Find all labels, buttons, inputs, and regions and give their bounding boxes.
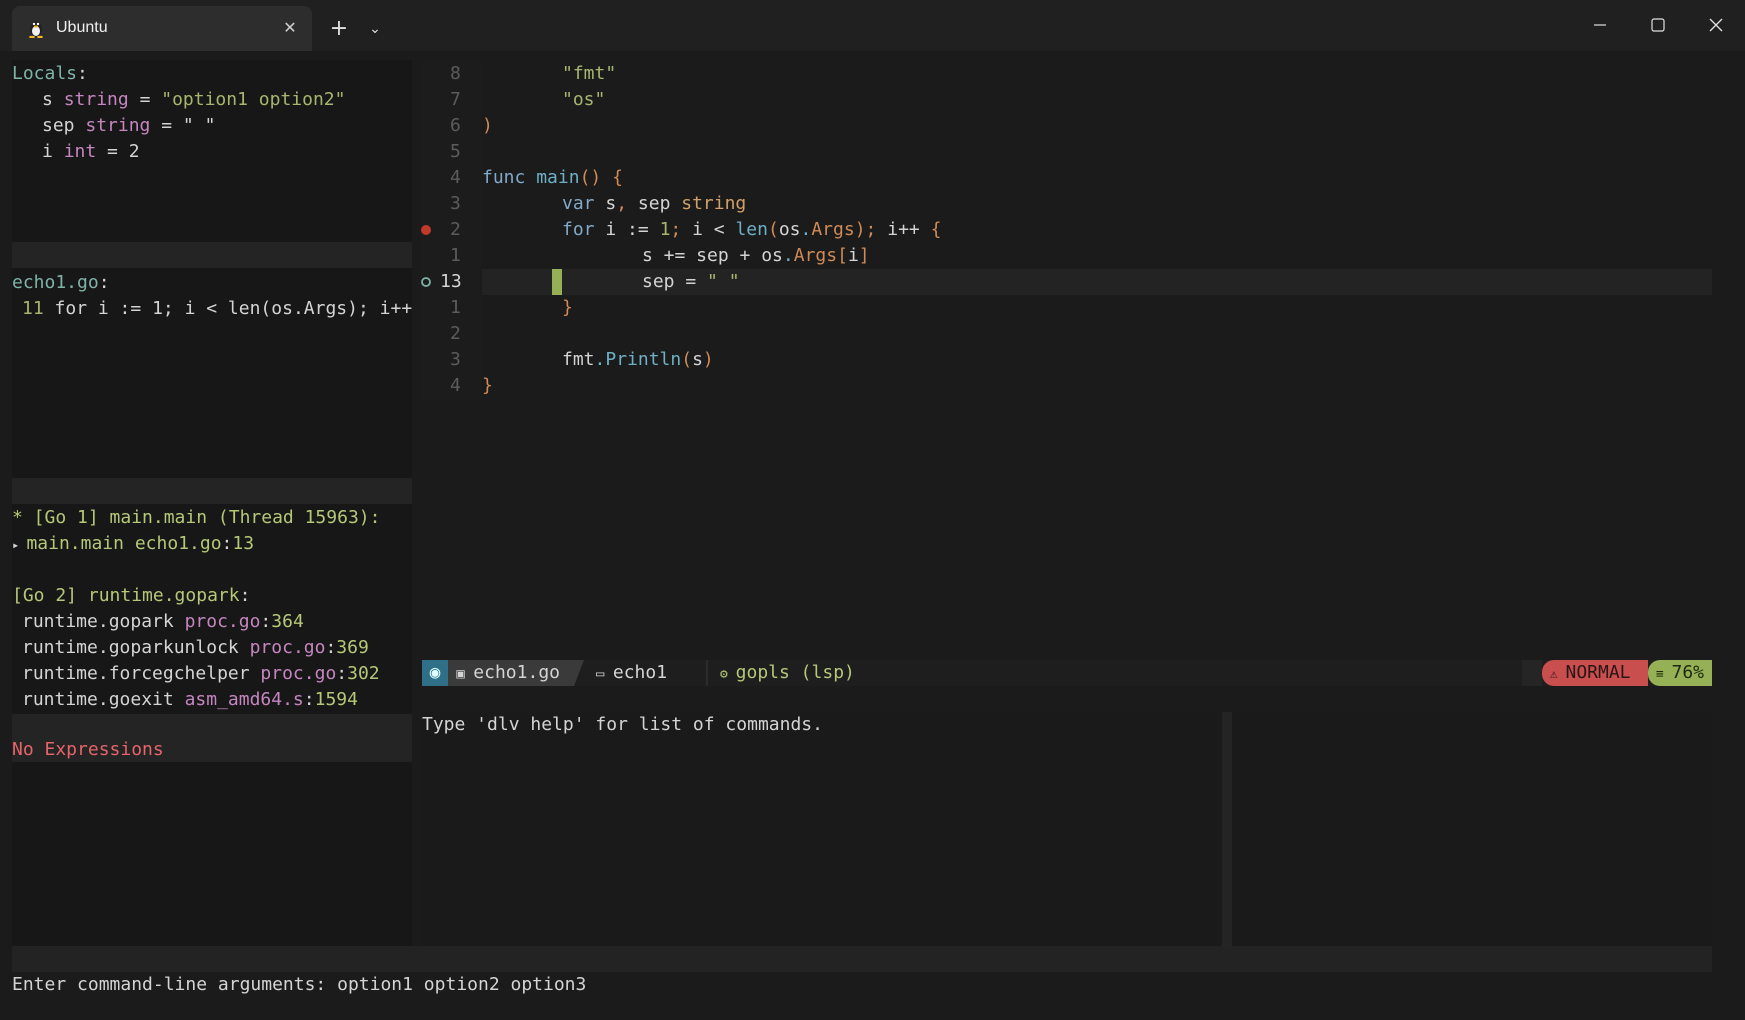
tab-ubuntu[interactable]: Ubuntu ✕: [12, 6, 312, 51]
panel-divider: [12, 242, 412, 268]
bottom-divider: [12, 946, 1712, 972]
stack-frame[interactable]: runtime.goexit asm_amd64.s:1594: [22, 687, 358, 713]
stack-frame-main[interactable]: ▸ main.main echo1.go:13: [12, 531, 254, 557]
code-line[interactable]: "fmt": [562, 61, 616, 87]
stack-frame[interactable]: runtime.gopark proc.go:364: [22, 609, 304, 635]
line-number: 7: [450, 89, 461, 110]
breakpoint-icon[interactable]: [420, 224, 432, 236]
panel-divider: [12, 478, 412, 504]
tab-close-icon[interactable]: ✕: [278, 16, 302, 40]
percent-indicator: ≡ 76%: [1648, 660, 1712, 686]
code-line[interactable]: var s, sep string: [562, 191, 746, 217]
goroutine-1-header[interactable]: * [Go 1] main.main (Thread 15963):: [12, 505, 380, 531]
code-line[interactable]: func main() {: [482, 165, 623, 191]
line-number: 3: [450, 349, 461, 370]
line-number: 4: [450, 375, 461, 396]
line-number: 6: [450, 115, 461, 136]
triangle-right-icon: ▸: [12, 538, 27, 552]
folder-icon: ▭: [596, 666, 613, 682]
line-number: 5: [450, 141, 461, 162]
linux-penguin-icon: [29, 21, 43, 38]
line-number-current: 13: [440, 271, 462, 292]
line-number: 4: [450, 167, 461, 188]
code-line-current[interactable]: sep = " ": [642, 269, 740, 295]
mode-indicator: ⚠ NORMAL: [1542, 660, 1648, 686]
breakpoints-file[interactable]: echo1.go:: [12, 270, 110, 296]
stack-frame[interactable]: runtime.forcegchelper proc.go:302: [22, 661, 380, 687]
new-tab-button[interactable]: +: [326, 16, 352, 42]
minimize-icon[interactable]: [1582, 10, 1618, 40]
locals-header: Locals:: [12, 63, 88, 84]
stack-frame[interactable]: runtime.goparkunlock proc.go:369: [22, 635, 369, 661]
status-separator: [574, 660, 584, 686]
status-lsp[interactable]: ⚙ gopls (lsp): [720, 660, 855, 686]
record-icon: ◉: [422, 660, 448, 686]
status-project[interactable]: ▭ echo1: [596, 660, 667, 686]
goroutine-2-header[interactable]: [Go 2] runtime.gopark:: [12, 583, 250, 609]
dlv-console-panel[interactable]: [422, 712, 1222, 946]
line-number: 2: [450, 219, 461, 240]
line-number: 8: [450, 63, 461, 84]
close-window-icon[interactable]: [1698, 10, 1734, 40]
line-number: 3: [450, 193, 461, 214]
status-line: ◉ ▣ echo1.go ▭ echo1 ⚙ gopls (lsp) ⚠ NOR…: [422, 660, 1712, 686]
code-line[interactable]: "os": [562, 87, 605, 113]
line-number: 1: [450, 245, 461, 266]
code-line[interactable]: s += sep + os.Args[i]: [642, 243, 870, 269]
status-separator: [706, 660, 708, 686]
file-icon: ▣: [448, 666, 474, 682]
code-line[interactable]: fmt.Println(s): [562, 347, 714, 373]
status-file[interactable]: ▣ echo1.go: [448, 660, 574, 686]
code-line[interactable]: }: [482, 373, 493, 399]
current-line-marker-icon: [421, 277, 431, 287]
tab-dropdown-button[interactable]: ⌄: [362, 16, 388, 42]
lsp-icon: ⚙: [720, 667, 736, 682]
code-line[interactable]: ): [482, 113, 493, 139]
maximize-icon[interactable]: [1640, 10, 1676, 40]
local-var-s[interactable]: s string = "option1 option2": [42, 87, 345, 113]
line-number: 1: [450, 297, 461, 318]
cmdline-prompt[interactable]: Enter command-line arguments: option1 op…: [12, 972, 586, 998]
text-cursor: [552, 269, 562, 295]
program-output-panel[interactable]: [1232, 712, 1712, 946]
breakpoint-entry[interactable]: 11 for i := 1; i < len(os.Args); i++ {: [22, 296, 434, 322]
watch-panel: [12, 762, 412, 946]
status-pad: [1522, 660, 1542, 686]
pane-divider: [1222, 712, 1232, 946]
tab-title: Ubuntu: [56, 19, 108, 36]
lines-icon: ≡: [1648, 667, 1672, 682]
code-line[interactable]: }: [562, 295, 573, 321]
local-var-i[interactable]: i int = 2: [42, 139, 140, 165]
local-var-sep[interactable]: sep string = " ": [42, 113, 215, 139]
line-number: 2: [450, 323, 461, 344]
mode-icon: ⚠: [1542, 667, 1566, 682]
watch-empty-text: No Expressions: [12, 739, 164, 760]
console-text: Type 'dlv help' for list of commands.: [422, 714, 823, 735]
code-line[interactable]: for i := 1; i < len(os.Args); i++ {: [562, 217, 941, 243]
